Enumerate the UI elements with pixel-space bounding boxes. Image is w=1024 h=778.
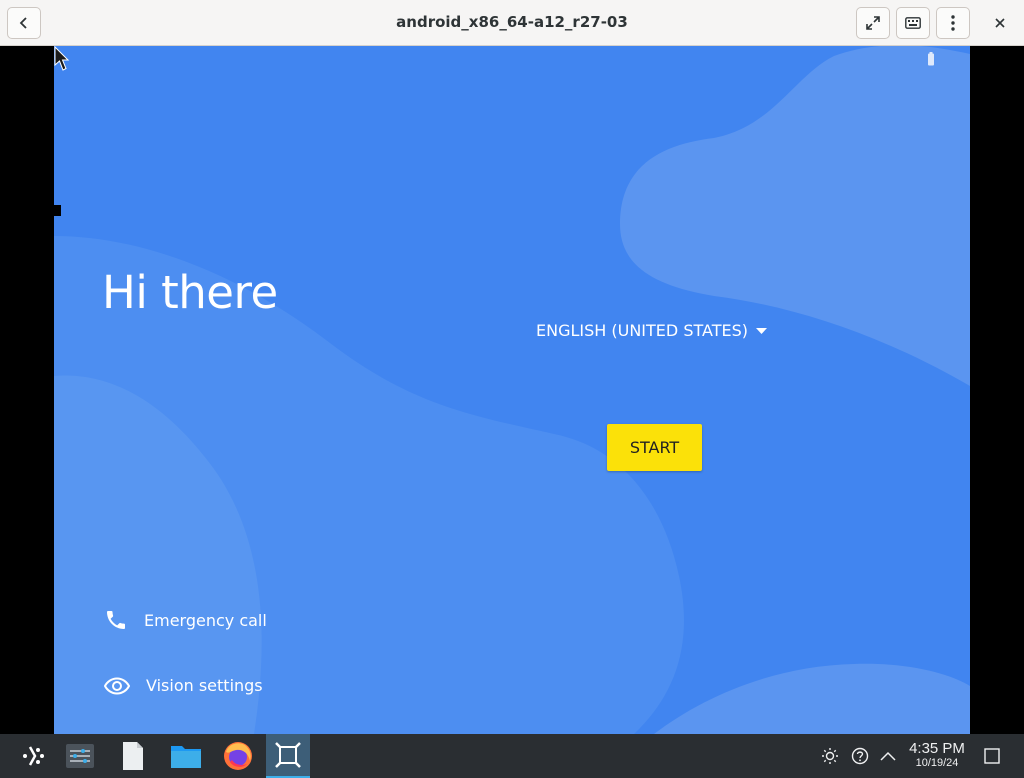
keyboard-button[interactable] [896,7,930,39]
settings-icon [66,744,94,768]
brightness-tray-button[interactable] [818,734,842,778]
vision-settings-button[interactable]: Vision settings [104,676,263,695]
eye-icon [104,676,130,695]
emulator-icon [275,742,301,768]
chevron-up-icon [880,751,896,761]
launcher-button[interactable] [12,734,56,778]
emergency-call-label: Emergency call [144,610,267,630]
kebab-menu-icon [951,15,955,31]
mouse-cursor-icon [54,46,70,71]
show-desktop-button[interactable] [980,734,1004,778]
clock-date: 10/19/24 [915,757,959,769]
fullscreen-button[interactable] [856,7,890,39]
files-app-button[interactable] [164,734,208,778]
help-tray-button[interactable] [848,734,872,778]
folder-icon [171,746,201,768]
screen-edge-marker [54,205,61,216]
menu-button[interactable] [936,7,970,39]
android-screen[interactable]: Hi there ENGLISH (UNITED STATES) START E… [54,46,970,734]
firefox-icon [224,742,252,770]
language-selector[interactable]: ENGLISH (UNITED STATES) [536,321,767,340]
start-button[interactable]: START [607,424,702,471]
launcher-icon [23,746,44,766]
clock-time: 4:35 PM [909,740,965,757]
taskbar: 4:35 PM 10/19/24 [0,734,1024,778]
brightness-icon [822,748,838,764]
emulator-app-button[interactable] [266,734,310,778]
document-app-button[interactable] [111,734,155,778]
firefox-app-button[interactable] [216,734,260,778]
battery-icon [928,52,934,66]
language-label: ENGLISH (UNITED STATES) [536,321,748,340]
greeting-title: Hi there [102,266,278,319]
vision-settings-label: Vision settings [146,676,263,695]
expand-icon [866,16,880,30]
emergency-call-button[interactable]: Emergency call [104,608,267,632]
close-button[interactable] [984,7,1016,39]
taskbar-clock[interactable]: 4:35 PM 10/19/24 [902,740,972,770]
help-icon [851,747,869,765]
settings-app-button[interactable] [58,734,102,778]
close-icon [995,18,1005,28]
window-titlebar: android_x86_64-a12_r27-03 [0,0,1024,46]
document-icon [123,742,143,770]
show-desktop-icon [984,748,1000,764]
keyboard-icon [905,17,921,29]
phone-icon [107,611,125,629]
show-hidden-tray-button[interactable] [876,734,900,778]
dropdown-arrow-icon [755,327,767,334]
